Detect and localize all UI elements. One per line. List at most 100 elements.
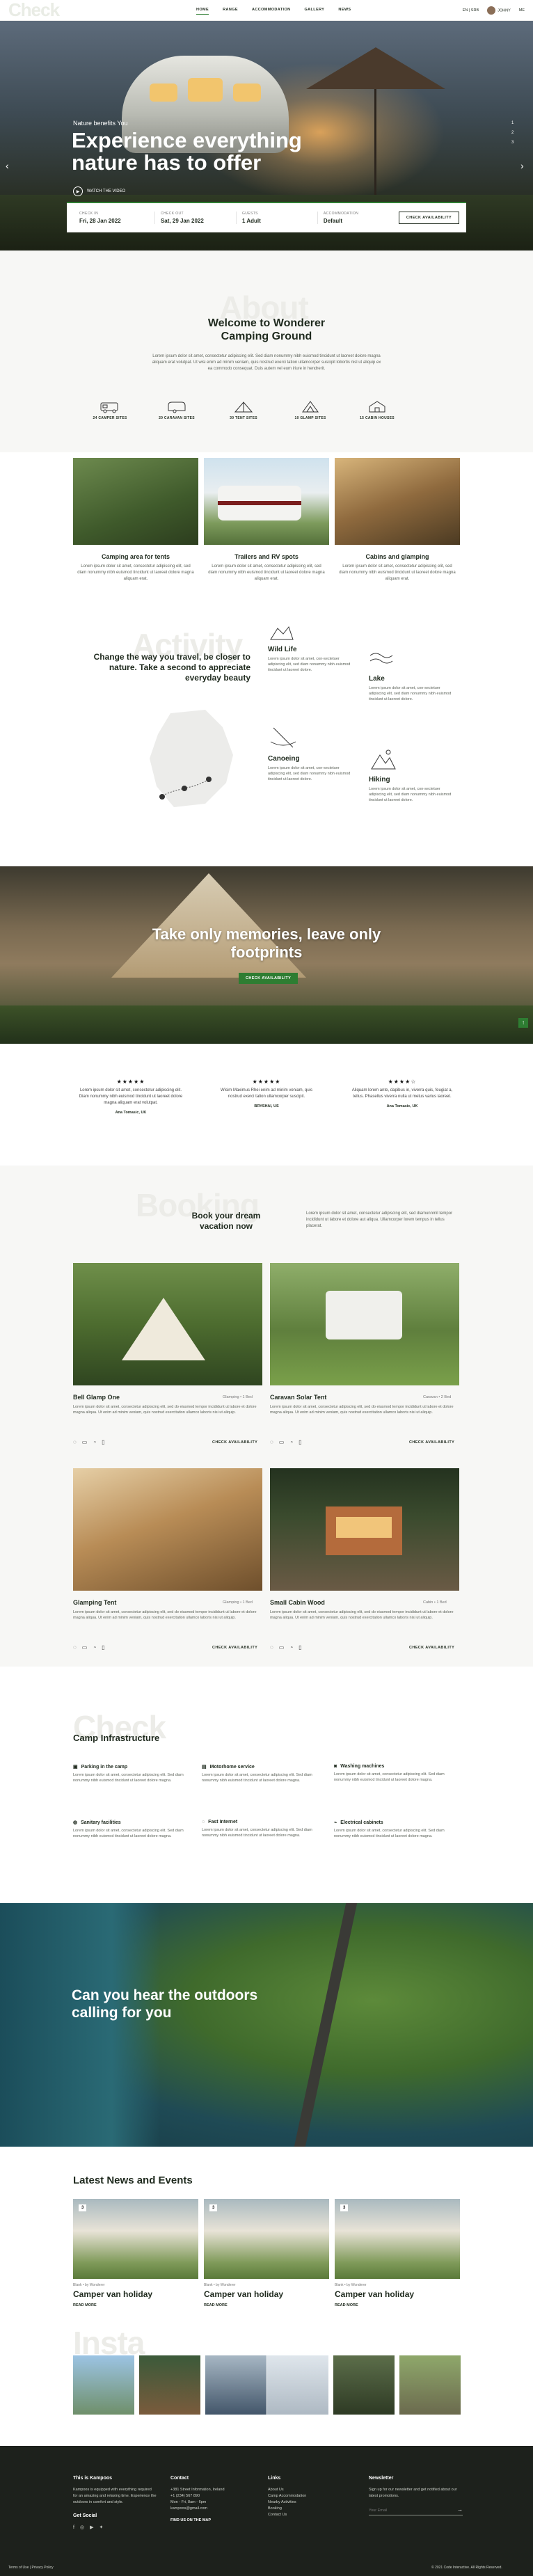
- room-3-cta[interactable]: CHECK AVAILABILITY: [212, 1646, 257, 1650]
- check-in-field[interactable]: CHECK IN Fri, 28 Jan 2022: [74, 212, 155, 224]
- insta-photo-5[interactable]: [333, 2355, 395, 2415]
- news-1-meta: Blank • by Wonderer: [73, 2283, 105, 2287]
- footer-email[interactable]: kampoos@gmail.com: [170, 2506, 254, 2512]
- user-menu[interactable]: JOHNY: [487, 6, 511, 15]
- news-card-1[interactable]: 3 Blank • by Wonderer Camper van holiday…: [73, 2199, 198, 2307]
- ireland-map: [150, 710, 233, 807]
- menu-toggle[interactable]: ME: [519, 8, 525, 13]
- wildlife-text: Lorem ipsum dolor sit amet, con-sectetue…: [268, 657, 351, 672]
- testimonial-author: Ana Tomasic, UK: [115, 1111, 147, 1115]
- site-logo[interactable]: Check: [8, 0, 127, 21]
- sanitary-icon: ◍: [73, 1820, 78, 1825]
- room-4-name: Small Cabin Wood: [270, 1599, 325, 1606]
- footer-legal-links[interactable]: Terms of Use | Privacy Policy: [8, 2566, 54, 2570]
- wildlife-title: Wild Life: [268, 646, 297, 653]
- check-availability-button[interactable]: CHECK AVAILABILITY: [398, 212, 460, 224]
- memories-cta-button[interactable]: CHECK AVAILABILITY: [239, 973, 299, 984]
- hero-next-arrow-icon[interactable]: ›: [520, 160, 524, 171]
- about-text: Lorem ipsum dolor sit amet, consectetur …: [152, 354, 381, 371]
- footer-link-about[interactable]: About Us: [268, 2487, 344, 2493]
- nav-gallery[interactable]: GALLERY: [305, 6, 325, 15]
- room-2-photo[interactable]: [270, 1263, 459, 1385]
- footer: This is Kampoos Kampoos is equipped with…: [0, 2446, 533, 2576]
- footer-about: This is Kampoos Kampoos is equipped with…: [73, 2475, 157, 2531]
- room-4-amenities: ◌ ▭ ◔ ▯: [270, 1644, 302, 1651]
- room-3-meta: Glamping • 1 Bed: [223, 1600, 253, 1605]
- news-3-read-more[interactable]: READ MORE: [335, 2303, 460, 2307]
- insta-photo-6[interactable]: [399, 2355, 461, 2415]
- twitter-icon[interactable]: ✦: [99, 2525, 103, 2531]
- accommodation-field[interactable]: ACCOMMODATION Default: [318, 212, 399, 224]
- wifi-icon: ◌: [202, 1820, 205, 1824]
- infra-parking-text: Lorem ipsum dolor sit amet, consectetur …: [73, 1773, 184, 1783]
- scroll-top-icon[interactable]: ↑: [518, 1018, 528, 1028]
- hero-page-3[interactable]: 3: [511, 138, 514, 148]
- find-on-map-link[interactable]: FIND US ON THE MAP: [170, 2518, 254, 2524]
- trailers-area-photo[interactable]: [204, 458, 329, 545]
- footer-link-accommodation[interactable]: Camp Accommodation: [268, 2493, 344, 2499]
- room-3-name: Glamping Tent: [73, 1599, 117, 1606]
- arrow-right-icon[interactable]: →: [457, 2506, 463, 2515]
- room-2-cta[interactable]: CHECK AVAILABILITY: [409, 1440, 454, 1445]
- footer-link-activities[interactable]: Nearby Activities: [268, 2499, 344, 2506]
- infra-motorhome: ▤ Motorhome service Lorem ipsum dolor sit …: [202, 1764, 320, 1783]
- cabin-icon: [369, 401, 385, 413]
- footer-link-contact[interactable]: Contact Us: [268, 2512, 344, 2518]
- insta-photo-4[interactable]: [267, 2355, 328, 2415]
- fridge-icon: ▯: [299, 1439, 302, 1445]
- infra-washing-text: Lorem ipsum dolor sit amet, consectetur …: [334, 1772, 445, 1782]
- insta-photo-3[interactable]: [205, 2355, 266, 2415]
- instagram-icon[interactable]: ◎: [80, 2525, 84, 2531]
- infra-motorhome-title: Motorhome service: [209, 1764, 255, 1770]
- news-card-3[interactable]: 3 Blank • by Wonderer Camper van holiday…: [335, 2199, 460, 2307]
- news-1-read-more[interactable]: READ MORE: [73, 2303, 198, 2307]
- lake-title: Lake: [369, 675, 385, 683]
- news-2-date-badge: 3: [209, 2204, 218, 2211]
- nav-accommodation[interactable]: ACCOMMODATION: [252, 6, 291, 15]
- news-2-read-more[interactable]: READ MORE: [204, 2303, 329, 2307]
- news-card-2[interactable]: 3 Blank • by Wonderer Camper van holiday…: [204, 2199, 329, 2307]
- language-switcher[interactable]: EN | SRB: [463, 8, 479, 13]
- outdoors-banner: [0, 1903, 533, 2147]
- watch-video-button[interactable]: ▶ WATCH THE VIDEO: [73, 186, 125, 196]
- footer-about-title: This is Kampoos: [73, 2476, 113, 2481]
- room-4-cta[interactable]: CHECK AVAILABILITY: [409, 1646, 454, 1650]
- hero-page-1[interactable]: 1: [511, 118, 514, 128]
- trailers-area-text: Lorem ipsum dolor sit amet, consectetur …: [208, 564, 325, 581]
- room-2-desc: Lorem ipsum dolor sit amet, consectetur …: [270, 1405, 454, 1415]
- footer-links-title: Links: [268, 2476, 281, 2481]
- room-4-photo[interactable]: [270, 1468, 459, 1591]
- footer-newsletter-title: Newsletter: [369, 2476, 394, 2481]
- news-3-photo: 3: [335, 2199, 460, 2279]
- insta-photo-2[interactable]: [139, 2355, 200, 2415]
- tents-area-photo[interactable]: [73, 458, 198, 545]
- news-title: Latest News and Events: [73, 2175, 193, 2186]
- facebook-icon[interactable]: f: [73, 2525, 74, 2531]
- guests-field[interactable]: GUESTS 1 Adult: [237, 212, 318, 224]
- infra-washing: ◙ Washing machines Lorem ipsum dolor sit a…: [334, 1764, 452, 1783]
- hero-page-2[interactable]: 2: [511, 128, 514, 138]
- hero-prev-arrow-icon[interactable]: ‹: [6, 160, 9, 171]
- nav-range[interactable]: RANGE: [223, 6, 238, 15]
- motorhome-icon: ▤: [202, 1765, 207, 1770]
- room-1-photo[interactable]: [73, 1263, 262, 1385]
- check-in-label: CHECK IN: [79, 212, 99, 216]
- room-3-photo[interactable]: [73, 1468, 262, 1591]
- newsletter-email-input[interactable]: [369, 2506, 457, 2515]
- nav-news[interactable]: NEWS: [338, 6, 351, 15]
- nav-home[interactable]: HOME: [196, 6, 209, 15]
- cabins-area-photo[interactable]: [335, 458, 460, 545]
- footer-phone[interactable]: +1 (234) 567 890: [170, 2493, 254, 2499]
- check-in-value: Fri, 28 Jan 2022: [79, 218, 121, 224]
- infra-internet-text: Lorem ipsum dolor sit amet, consectetur …: [202, 1828, 312, 1838]
- room-1-cta[interactable]: CHECK AVAILABILITY: [212, 1440, 257, 1445]
- check-out-field[interactable]: CHECK OUT Sat, 29 Jan 2022: [155, 212, 237, 224]
- insta-photo-1[interactable]: [73, 2355, 134, 2415]
- youtube-icon[interactable]: ▶: [90, 2525, 93, 2531]
- footer-about-text: Kampoos is equipped with everything requ…: [73, 2488, 157, 2504]
- footer-link-booking[interactable]: Booking: [268, 2506, 344, 2512]
- infra-motorhome-text: Lorem ipsum dolor sit amet, consectetur …: [202, 1773, 312, 1783]
- tents-area-text: Lorem ipsum dolor sit amet, consectetur …: [77, 564, 194, 581]
- rating-stars: ★★★★☆: [388, 1079, 417, 1085]
- footer-hours: Mon - Fri, 8am - 6pm: [170, 2500, 207, 2504]
